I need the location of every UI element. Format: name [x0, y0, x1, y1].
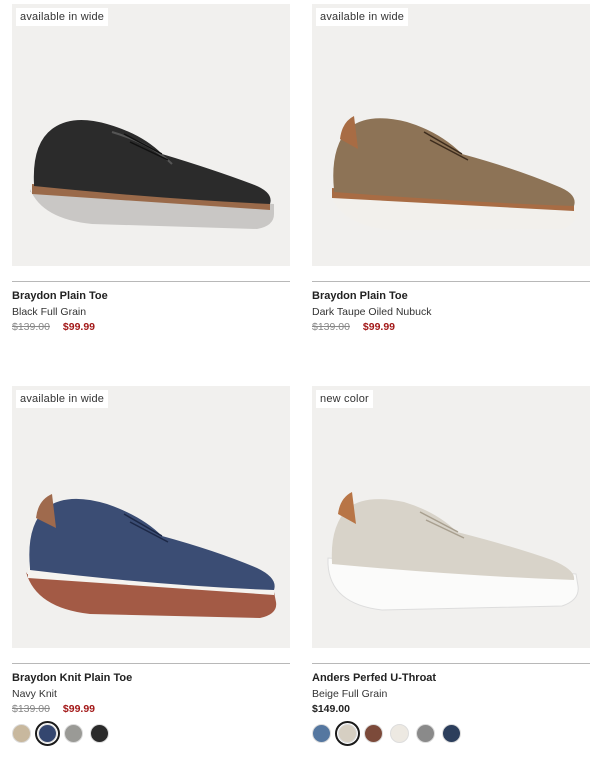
product-card[interactable]: available in wide Braydon Knit Plain Toe… — [12, 386, 290, 746]
sale-price: $99.99 — [62, 321, 96, 333]
product-image[interactable]: new color — [312, 386, 590, 648]
divider — [12, 281, 290, 282]
brown-swatch[interactable] — [364, 724, 383, 743]
sale-price: $99.99 — [362, 321, 396, 333]
product-name[interactable]: Braydon Plain Toe — [12, 290, 290, 302]
product-card[interactable]: new color Anders Perfed U-Throat Beige F… — [312, 386, 590, 746]
product-card[interactable]: available in wide Braydon Plain Toe Dark… — [312, 4, 590, 333]
product-image[interactable]: available in wide — [312, 4, 590, 266]
product-color: Black Full Grain — [12, 306, 87, 318]
availability-badge: available in wide — [16, 8, 109, 26]
beige-knit-swatch[interactable] — [12, 724, 31, 743]
shoe-image — [26, 494, 277, 618]
grey-knit-swatch[interactable] — [64, 724, 83, 743]
sale-price: $99.99 — [62, 703, 96, 715]
price: $139.00 $99.99 — [312, 321, 590, 333]
availability-badge: available in wide — [16, 390, 109, 408]
original-price: $139.00 — [312, 321, 350, 333]
price: $139.00 $99.99 — [12, 321, 290, 333]
shoe-image — [30, 120, 274, 229]
product-color: Dark Taupe Oiled Nubuck — [312, 306, 432, 318]
product-name[interactable]: Braydon Plain Toe — [312, 290, 590, 302]
grey-swatch[interactable] — [416, 724, 435, 743]
product-image[interactable]: available in wide — [12, 386, 290, 648]
price: $149.00 — [312, 703, 590, 715]
divider — [12, 663, 290, 664]
product-name[interactable]: Anders Perfed U-Throat — [312, 672, 590, 684]
product-color: Beige Full Grain — [312, 688, 388, 700]
product-image[interactable]: available in wide — [12, 4, 290, 266]
original-price: $139.00 — [12, 321, 50, 333]
black-knit-swatch[interactable] — [90, 724, 109, 743]
blue-swatch[interactable] — [312, 724, 331, 743]
shoe-image — [327, 492, 579, 611]
regular-price: $149.00 — [312, 703, 350, 715]
color-swatches — [12, 721, 290, 746]
price: $139.00 $99.99 — [12, 703, 290, 715]
color-swatches — [312, 721, 590, 746]
availability-badge: available in wide — [316, 8, 409, 26]
shoe-image — [330, 116, 577, 230]
original-price: $139.00 — [12, 703, 50, 715]
navy-swatch[interactable] — [442, 724, 461, 743]
product-card[interactable]: available in wide Braydon Plain Toe Blac… — [12, 4, 290, 333]
beige-swatch[interactable] — [335, 721, 360, 746]
divider — [312, 281, 590, 282]
divider — [312, 663, 590, 664]
white-swatch[interactable] — [390, 724, 409, 743]
product-name[interactable]: Braydon Knit Plain Toe — [12, 672, 290, 684]
new-color-badge: new color — [316, 390, 373, 408]
navy-knit-swatch[interactable] — [35, 721, 60, 746]
product-color: Navy Knit — [12, 688, 57, 700]
